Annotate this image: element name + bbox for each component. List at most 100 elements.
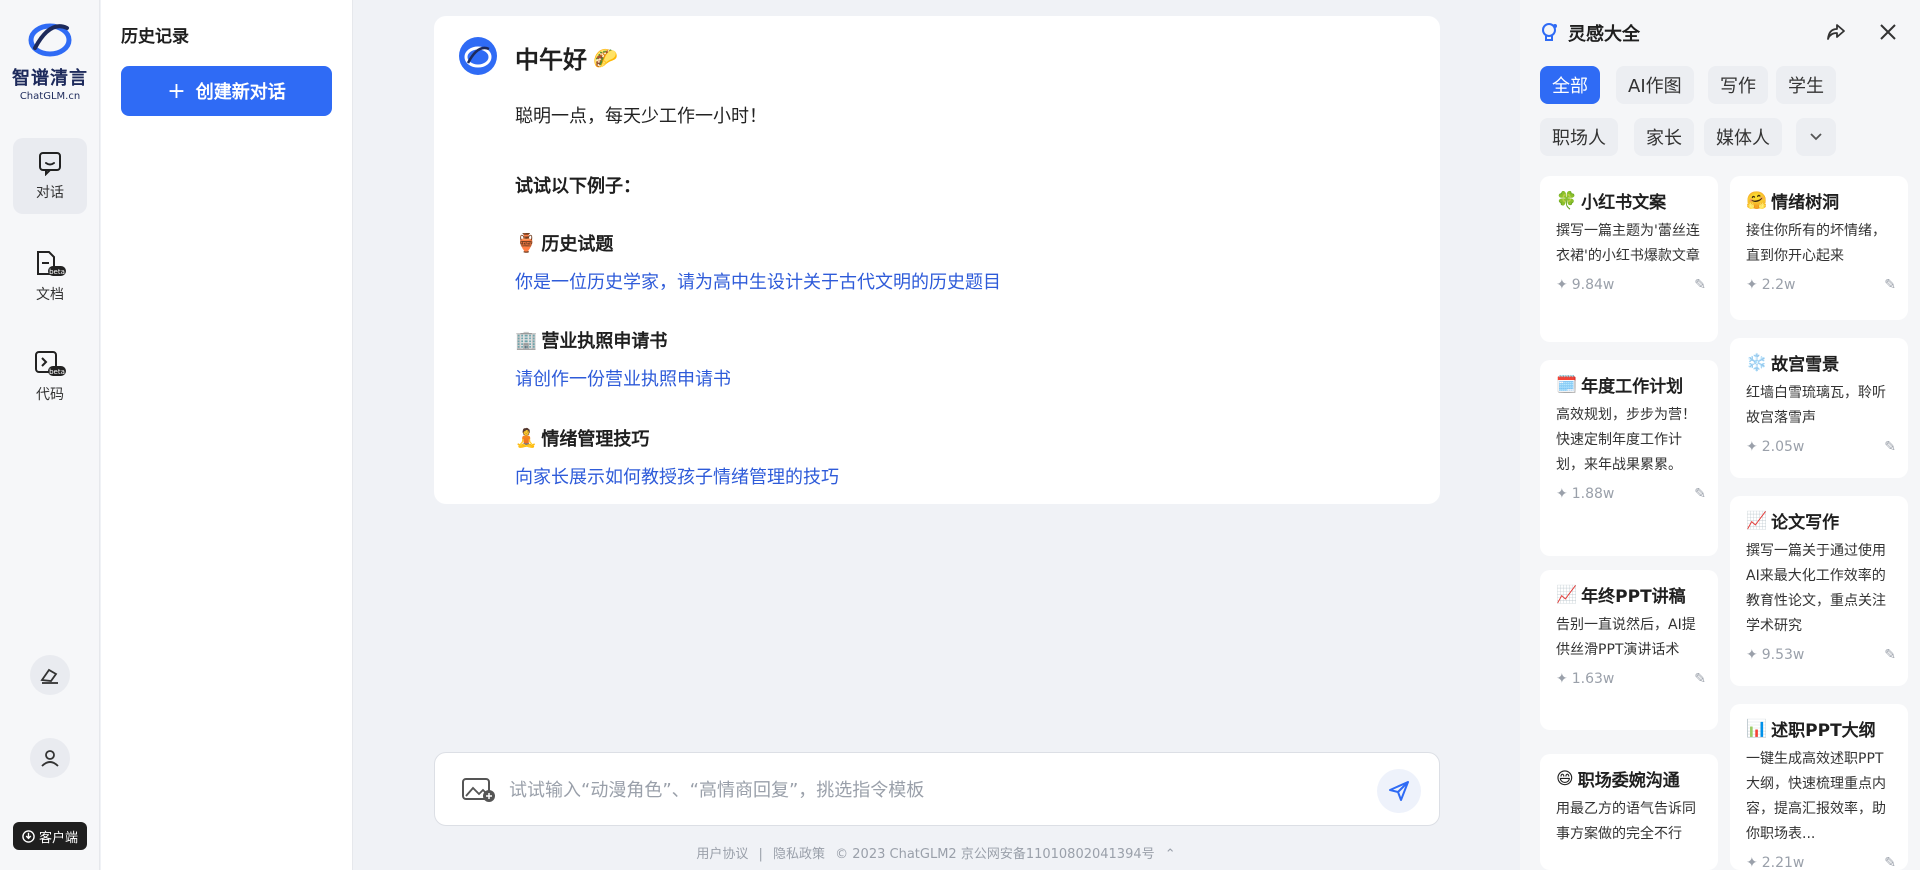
example-prompt-link[interactable]: 向家长展示如何教授孩子情绪管理的技巧	[515, 463, 839, 489]
chip-writing[interactable]: 写作	[1708, 66, 1768, 104]
brand-logo[interactable]: 智谱清言 ChatGLM.cn	[10, 18, 90, 102]
inspiration-card[interactable]: 📈 论文写作 撰写一篇关于通过使用AI来最大化工作效率的教育性论文，重点关注学术研…	[1730, 496, 1908, 686]
inspiration-panel: 灵感大全 全部 AI作图 写作 学生 职场人 家长 媒体人 🍀 小红书文案 撰写一…	[1520, 0, 1920, 870]
chat-icon	[39, 152, 61, 177]
inspiration-card[interactable]: 📈 年终PPT讲稿 告别一直说然后，AI提供丝滑PPT演讲话术 ✦ 1.63w ✎	[1540, 570, 1718, 730]
svg-text:beta: beta	[49, 268, 65, 276]
user-agreement-link[interactable]: 用户协议	[696, 847, 748, 862]
chip-more-button[interactable]	[1796, 118, 1836, 156]
inspiration-card[interactable]: 😄 职场委婉沟通 用最乙方的语气告诉同事方案做的完全不行	[1540, 754, 1718, 870]
footer-separator: |	[758, 847, 763, 862]
example-prompt-link[interactable]: 你是一位历史学家，请为高中生设计关于古代文明的历史题目	[515, 268, 1001, 294]
client-label: 客户端	[38, 830, 78, 846]
card-title: 😄 职场委婉沟通	[1556, 768, 1680, 792]
greeting-card: 中午好 🌮 聪明一点，每天少工作一小时！ 试试以下例子： 🏺 历史试题 你是一位…	[434, 16, 1440, 504]
hug-icon: 🤗	[1746, 190, 1768, 211]
edit-icon[interactable]: ✎	[1884, 439, 1896, 455]
rail-item-code[interactable]: beta 代码	[13, 338, 87, 414]
card-usage-count: 9.53w	[1761, 647, 1805, 663]
card-description: 撰写一篇主题为'蕾丝连衣裙'的小红书爆款文章	[1556, 223, 1700, 264]
card-usage-count: 1.88w	[1571, 486, 1615, 502]
new-chat-label: 创建新对话	[195, 82, 286, 103]
card-description: 撰写一篇关于通过使用AI来最大化工作效率的教育性论文，重点关注学术研究	[1746, 543, 1886, 634]
edit-icon[interactable]: ✎	[1884, 647, 1896, 663]
bot-avatar-icon	[459, 37, 497, 75]
chip-professional[interactable]: 职场人	[1540, 118, 1618, 156]
chip-student[interactable]: 学生	[1776, 66, 1836, 104]
rail-item-document[interactable]: beta 文档	[13, 238, 87, 314]
greeting-title: 中午好 🌮	[515, 45, 618, 75]
edit-icon[interactable]: ✎	[1884, 277, 1896, 293]
edit-icon[interactable]: ✎	[1694, 277, 1706, 293]
eraser-icon	[40, 668, 58, 684]
edit-icon[interactable]: ✎	[1694, 671, 1706, 687]
edit-icon[interactable]: ✎	[1694, 486, 1706, 502]
privacy-policy-link[interactable]: 隐私政策	[773, 847, 825, 862]
eraser-button[interactable]	[30, 655, 70, 695]
rail-item-label: 对话	[36, 185, 64, 201]
rail-item-label: 文档	[36, 287, 64, 303]
new-chat-button[interactable]: + 创建新对话	[121, 66, 332, 116]
bulb-icon	[1542, 23, 1557, 41]
inspiration-card[interactable]: 🍀 小红书文案 撰写一篇主题为'蕾丝连衣裙'的小红书爆款文章 ✦ 9.84w ✎	[1540, 176, 1718, 342]
example-title: 🏢 营业执照申请书	[515, 329, 668, 353]
chart-up-icon: 📈	[1556, 584, 1578, 605]
chevron-down-icon	[1810, 133, 1822, 141]
sparkle-icon: ✦	[1556, 671, 1568, 687]
card-title: ❄️ 故宫雪景	[1746, 352, 1840, 376]
chip-ai-image[interactable]: AI作图	[1616, 66, 1694, 104]
chip-media[interactable]: 媒体人	[1704, 118, 1782, 156]
send-icon	[1389, 781, 1409, 801]
upload-image-icon[interactable]	[461, 777, 495, 803]
chip-all[interactable]: 全部	[1540, 66, 1600, 104]
card-usage-count: 2.2w	[1761, 277, 1796, 293]
calendar-icon: 🗓️	[1556, 374, 1578, 395]
card-usage-count: 2.05w	[1761, 439, 1805, 455]
edit-icon[interactable]: ✎	[1884, 855, 1896, 870]
card-description: 红墙白雪琉璃瓦，聆听故宫落雪声	[1746, 385, 1886, 426]
copyright-text: © 2023 ChatGLM2 京公网安备11010802041394号	[835, 847, 1155, 862]
card-title: 🤗 情绪树洞	[1746, 190, 1840, 214]
user-profile-button[interactable]	[30, 738, 70, 778]
main-area: 中午好 🌮 聪明一点，每天少工作一小时！ 试试以下例子： 🏺 历史试题 你是一位…	[354, 0, 1518, 870]
inspiration-title: 灵感大全	[1568, 24, 1640, 45]
example-title: 🏺 历史试题	[515, 232, 614, 256]
svg-text:beta: beta	[49, 368, 65, 376]
inspiration-card[interactable]: ❄️ 故宫雪景 红墙白雪琉璃瓦，聆听故宫落雪声 ✦ 2.05w ✎	[1730, 338, 1908, 478]
inspiration-card[interactable]: 🤗 情绪树洞 接住你所有的坏情绪，直到你开心起来 ✦ 2.2w ✎	[1730, 176, 1908, 320]
brand-title: 智谱清言	[12, 68, 88, 89]
card-description: 高效规划，步步为营！快速定制年度工作计划，来年战果累累。	[1556, 407, 1696, 473]
inspiration-header: 灵感大全	[1540, 20, 1640, 46]
card-meta: ✦ 1.88w ✎	[1556, 486, 1706, 502]
sparkle-icon: ✦	[1746, 647, 1758, 663]
card-description: 一键生成高效述职PPT大纲，快速梳理重点内容，提高汇报效率，助你职场表...	[1746, 751, 1886, 842]
card-title: 🍀 小红书文案	[1556, 190, 1667, 214]
footer: 用户协议 | 隐私政策 © 2023 ChatGLM2 京公网安备1101080…	[354, 843, 1518, 862]
send-button[interactable]	[1377, 769, 1421, 813]
inspiration-card[interactable]: 🗓️ 年度工作计划 高效规划，步步为营！快速定制年度工作计划，来年战果累累。 ✦ 1…	[1540, 360, 1718, 556]
logo-mark-icon	[28, 23, 72, 57]
card-usage-count: 1.63w	[1571, 671, 1615, 687]
card-description: 接住你所有的坏情绪，直到你开心起来	[1746, 223, 1886, 264]
card-meta: ✦ 1.63w ✎	[1556, 671, 1706, 687]
chevron-up-icon[interactable]: ⌃	[1165, 847, 1176, 862]
user-icon	[41, 750, 59, 767]
card-title: 📈 论文写作	[1746, 510, 1840, 534]
close-icon[interactable]	[1878, 22, 1898, 42]
card-meta: ✦ 9.53w ✎	[1746, 647, 1896, 663]
chat-input[interactable]	[509, 771, 1309, 809]
card-usage-count: 2.21w	[1761, 855, 1805, 870]
snowflake-icon: ❄️	[1746, 352, 1768, 373]
rail-item-chat[interactable]: 对话	[13, 138, 87, 214]
example-title: 🧘 情绪管理技巧	[515, 427, 650, 451]
history-title: 历史记录	[121, 27, 189, 47]
taco-icon: 🌮	[593, 45, 618, 70]
share-icon[interactable]	[1826, 22, 1846, 42]
inspiration-card[interactable]: 📊 述职PPT大纲 一键生成高效述职PPT大纲，快速梳理重点内容，提高汇报效率，助…	[1730, 704, 1908, 870]
client-download-button[interactable]: 客户端	[13, 822, 87, 850]
card-usage-count: 9.84w	[1571, 277, 1615, 293]
example-prompt-link[interactable]: 请创作一份营业执照申请书	[515, 365, 731, 391]
chip-parent[interactable]: 家长	[1634, 118, 1694, 156]
history-panel: 历史记录 + 创建新对话	[101, 0, 353, 870]
download-icon	[22, 829, 35, 843]
